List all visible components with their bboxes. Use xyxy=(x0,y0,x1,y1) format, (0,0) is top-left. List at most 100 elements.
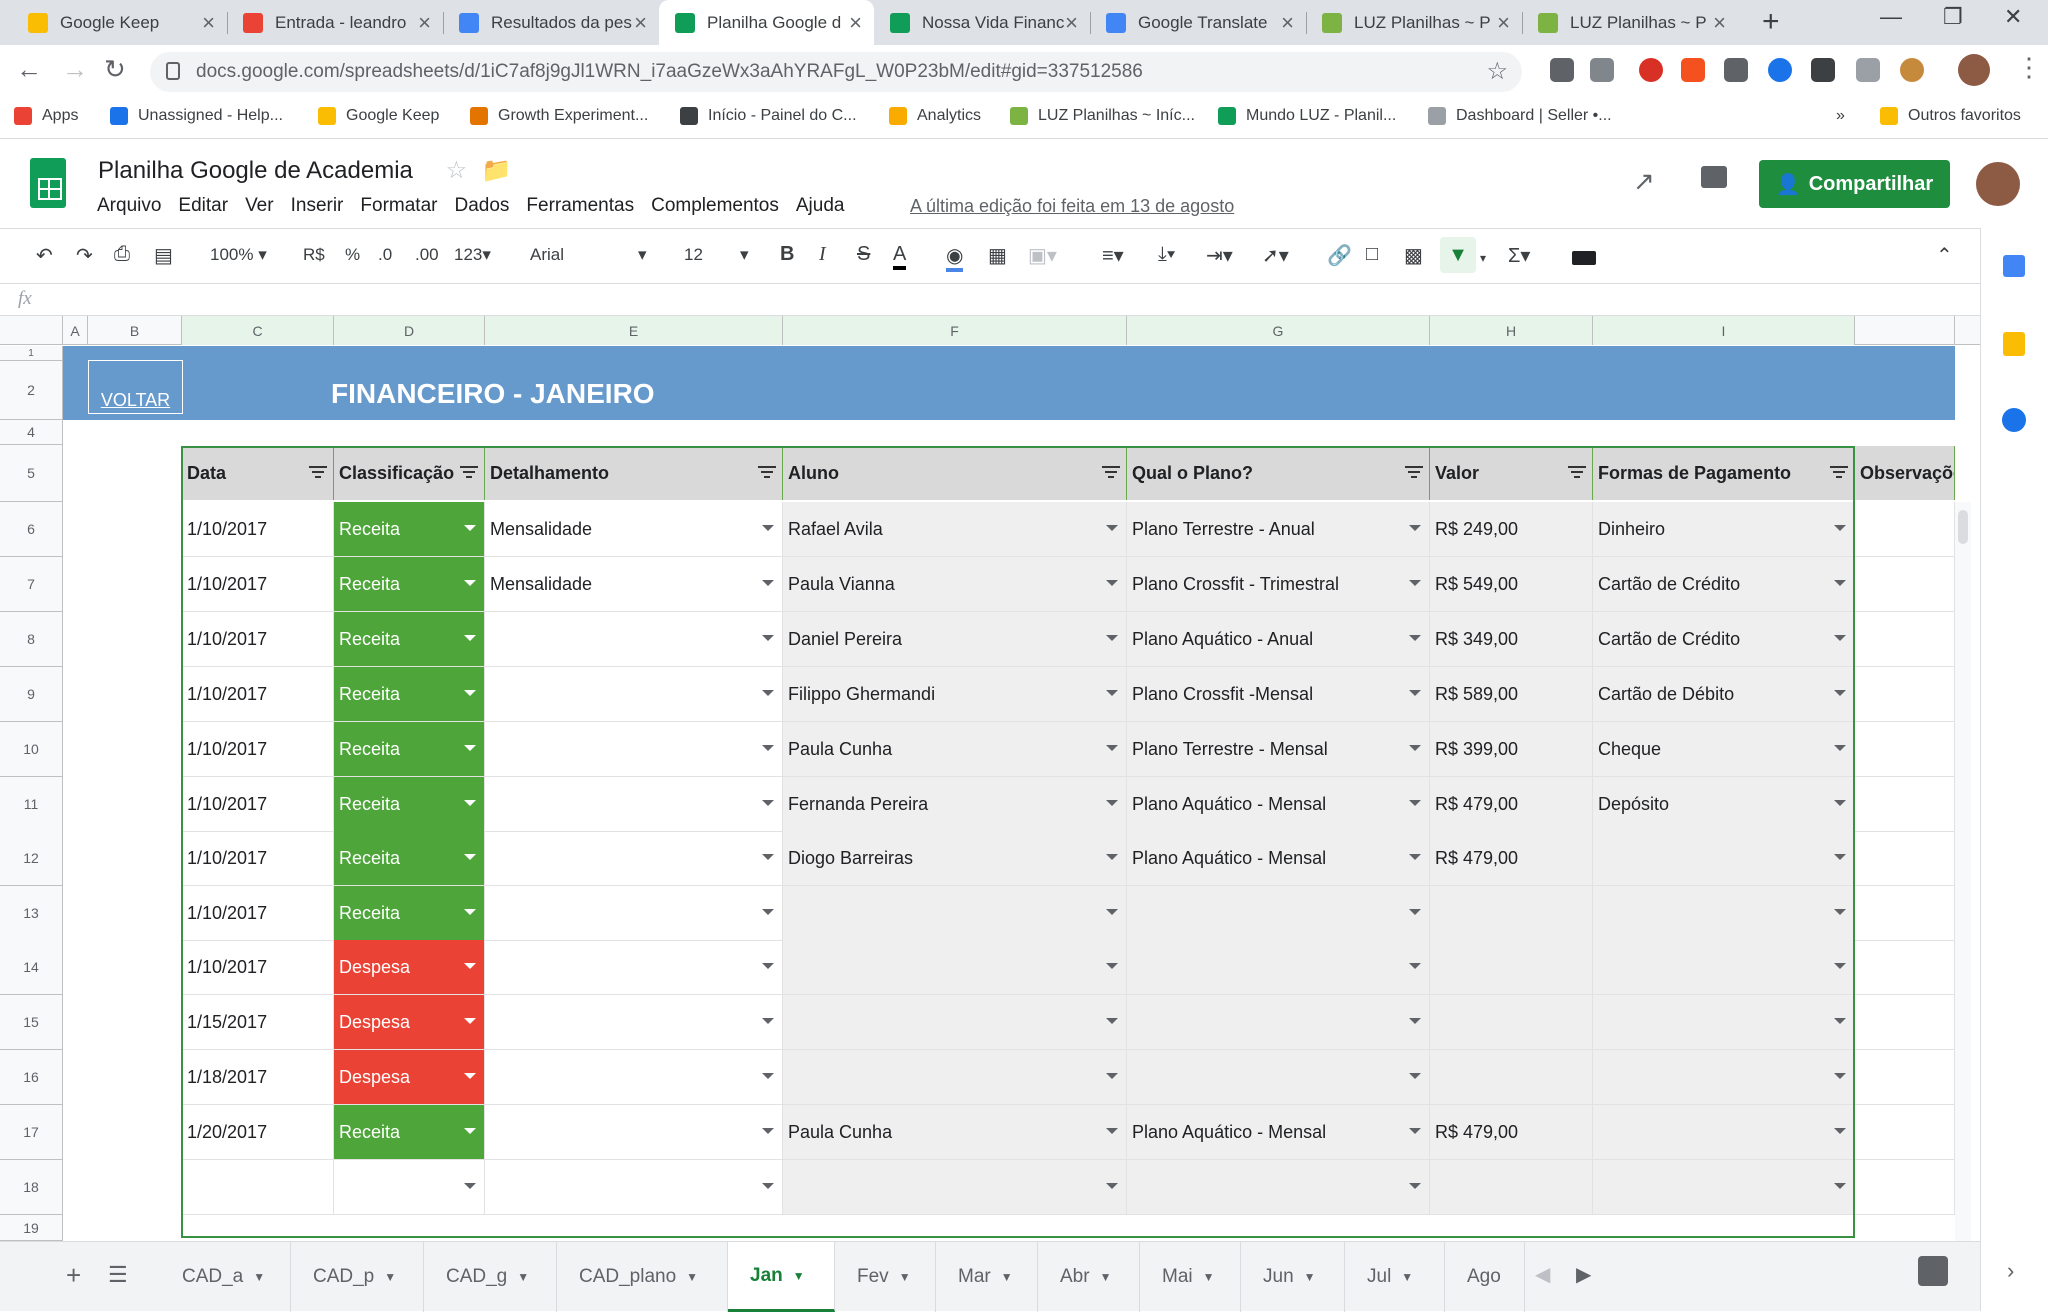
dropdown-arrow-icon[interactable] xyxy=(1834,1073,1846,1079)
activity-trend-icon[interactable]: ↗ xyxy=(1633,166,1655,197)
chevron-down-icon[interactable]: ▼ xyxy=(1100,1270,1112,1284)
browser-tab[interactable]: Resultados da pes × xyxy=(443,0,659,45)
close-tab-icon[interactable]: × xyxy=(1281,10,1294,36)
chevron-down-icon[interactable]: ▼ xyxy=(517,1270,529,1284)
dropdown-arrow-icon[interactable] xyxy=(762,1183,774,1189)
cell-aluno[interactable]: Fernanda Pereira xyxy=(783,777,1127,832)
dropdown-arrow-icon[interactable] xyxy=(464,525,476,531)
input-tools-icon[interactable] xyxy=(1572,251,1596,265)
close-tab-icon[interactable]: × xyxy=(1065,10,1078,36)
cell-class[interactable]: Receita xyxy=(334,612,485,667)
cell-class[interactable]: Despesa xyxy=(334,940,485,995)
more-formats-select[interactable]: 123▾ xyxy=(454,245,491,265)
bold-button[interactable]: B xyxy=(780,243,794,266)
dropdown-arrow-icon[interactable] xyxy=(464,1018,476,1024)
cell-pag[interactable]: Cartão de Crédito xyxy=(1593,612,1855,667)
cell-pag[interactable] xyxy=(1593,831,1855,886)
dropdown-arrow-icon[interactable] xyxy=(762,580,774,586)
dropdown-arrow-icon[interactable] xyxy=(1106,745,1118,751)
menu-item-arquivo[interactable]: Arquivo xyxy=(97,195,161,217)
row-header[interactable]: 11 xyxy=(0,777,63,832)
cell-observacoes[interactable] xyxy=(1855,777,1955,832)
cell-det[interactable] xyxy=(485,886,783,941)
cell-det[interactable] xyxy=(485,667,783,722)
cell-aluno[interactable] xyxy=(783,1050,1127,1105)
cell-valor[interactable]: R$ 479,00 xyxy=(1430,777,1593,832)
explore-icon[interactable] xyxy=(1918,1256,1948,1286)
column-header[interactable]: I xyxy=(1593,316,1855,345)
menu-item-ver[interactable]: Ver xyxy=(245,195,274,217)
row-header[interactable]: 15 xyxy=(0,995,63,1050)
close-tab-icon[interactable]: × xyxy=(1497,10,1510,36)
cell-plano[interactable] xyxy=(1127,1050,1430,1105)
last-edit-link[interactable]: A última edição foi feita em 13 de agost… xyxy=(910,196,1234,217)
cell-class[interactable]: Receita xyxy=(334,1105,485,1160)
dropdown-arrow-icon[interactable] xyxy=(1834,580,1846,586)
new-tab-button[interactable]: + xyxy=(1762,5,1780,39)
sheet-tab-cad_p[interactable]: CAD_p ▼ xyxy=(291,1242,424,1312)
dropdown-arrow-icon[interactable] xyxy=(1106,635,1118,641)
strikethrough-button[interactable]: S xyxy=(857,243,870,266)
cell-valor[interactable] xyxy=(1430,940,1593,995)
cell-det[interactable] xyxy=(485,777,783,832)
dropdown-arrow-icon[interactable] xyxy=(464,909,476,915)
camera-extension-icon[interactable] xyxy=(1550,58,1574,82)
dropdown-arrow-icon[interactable] xyxy=(1409,963,1421,969)
cell-pag[interactable]: Dinheiro xyxy=(1593,502,1855,557)
dropdown-arrow-icon[interactable] xyxy=(1409,635,1421,641)
bookmark-item[interactable]: Google Keep xyxy=(318,107,439,125)
cell-aluno[interactable]: Filippo Ghermandi xyxy=(783,667,1127,722)
dropdown-arrow-icon[interactable] xyxy=(762,1018,774,1024)
dropdown-arrow-icon[interactable] xyxy=(1106,1183,1118,1189)
dropdown-arrow-icon[interactable] xyxy=(1106,800,1118,806)
dropdown-arrow-icon[interactable] xyxy=(1409,525,1421,531)
text-rotation-icon[interactable]: ➚▾ xyxy=(1262,243,1289,268)
dropdown-arrow-icon[interactable] xyxy=(1409,909,1421,915)
dropdown-arrow-icon[interactable] xyxy=(464,1183,476,1189)
cell-det[interactable] xyxy=(485,940,783,995)
cell-pag[interactable] xyxy=(1593,1160,1855,1215)
all-sheets-icon[interactable]: ☰ xyxy=(108,1262,128,1288)
cell-class[interactable]: Receita xyxy=(334,777,485,832)
column-header[interactable]: C xyxy=(182,316,334,345)
sheet-tab-abr[interactable]: Abr ▼ xyxy=(1038,1242,1140,1312)
cell-pag[interactable]: Cartão de Crédito xyxy=(1593,557,1855,612)
text-color-button[interactable]: A xyxy=(893,243,907,270)
menu-item-complementos[interactable]: Complementos xyxy=(651,195,779,217)
cell-class[interactable]: Receita xyxy=(334,886,485,941)
dropdown-arrow-icon[interactable] xyxy=(464,745,476,751)
insert-chart-icon[interactable]: ▩ xyxy=(1404,243,1423,268)
dropdown-arrow-icon[interactable] xyxy=(762,635,774,641)
bookmark-item[interactable]: Unassigned - Help... xyxy=(110,107,283,125)
dropdown-arrow-icon[interactable] xyxy=(1834,745,1846,751)
cell-pag[interactable]: Cartão de Débito xyxy=(1593,667,1855,722)
sheet-tab-fev[interactable]: Fev ▼ xyxy=(835,1242,936,1312)
cell-pag[interactable] xyxy=(1593,940,1855,995)
dropdown-arrow-icon[interactable] xyxy=(1106,1073,1118,1079)
row-header[interactable]: 2 xyxy=(0,361,63,420)
cookie-extension-icon[interactable] xyxy=(1900,58,1924,82)
bookmark-item[interactable]: Mundo LUZ - Planil... xyxy=(1218,107,1396,125)
close-tab-icon[interactable]: × xyxy=(202,10,215,36)
dropdown-arrow-icon[interactable] xyxy=(762,690,774,696)
insert-link-icon[interactable]: 🔗 xyxy=(1327,243,1352,268)
cell-pag[interactable] xyxy=(1593,1050,1855,1105)
cell-plano[interactable]: Plano Crossfit -Mensal xyxy=(1127,667,1430,722)
cell-pag[interactable]: Cheque xyxy=(1593,722,1855,777)
column-header[interactable]: D xyxy=(334,316,485,345)
dropdown-arrow-icon[interactable] xyxy=(1106,525,1118,531)
browser-tab[interactable]: LUZ Planilhas ~ P × xyxy=(1522,0,1738,45)
dropdown-arrow-icon[interactable] xyxy=(1834,525,1846,531)
row-header[interactable]: 17 xyxy=(0,1105,63,1160)
dropdown-arrow-icon[interactable] xyxy=(1834,635,1846,641)
cell-plano[interactable]: Plano Aquático - Anual xyxy=(1127,612,1430,667)
cell-valor[interactable]: R$ 549,00 xyxy=(1430,557,1593,612)
cell-class[interactable]: Receita xyxy=(334,722,485,777)
row-header[interactable]: 6 xyxy=(0,502,63,557)
cell-det[interactable]: Mensalidade xyxy=(485,502,783,557)
cell-aluno[interactable] xyxy=(783,995,1127,1050)
extension-icon[interactable] xyxy=(1811,58,1835,82)
dropdown-arrow-icon[interactable] xyxy=(464,1128,476,1134)
cell-det[interactable] xyxy=(485,722,783,777)
browser-tab[interactable]: LUZ Planilhas ~ P × xyxy=(1306,0,1522,45)
